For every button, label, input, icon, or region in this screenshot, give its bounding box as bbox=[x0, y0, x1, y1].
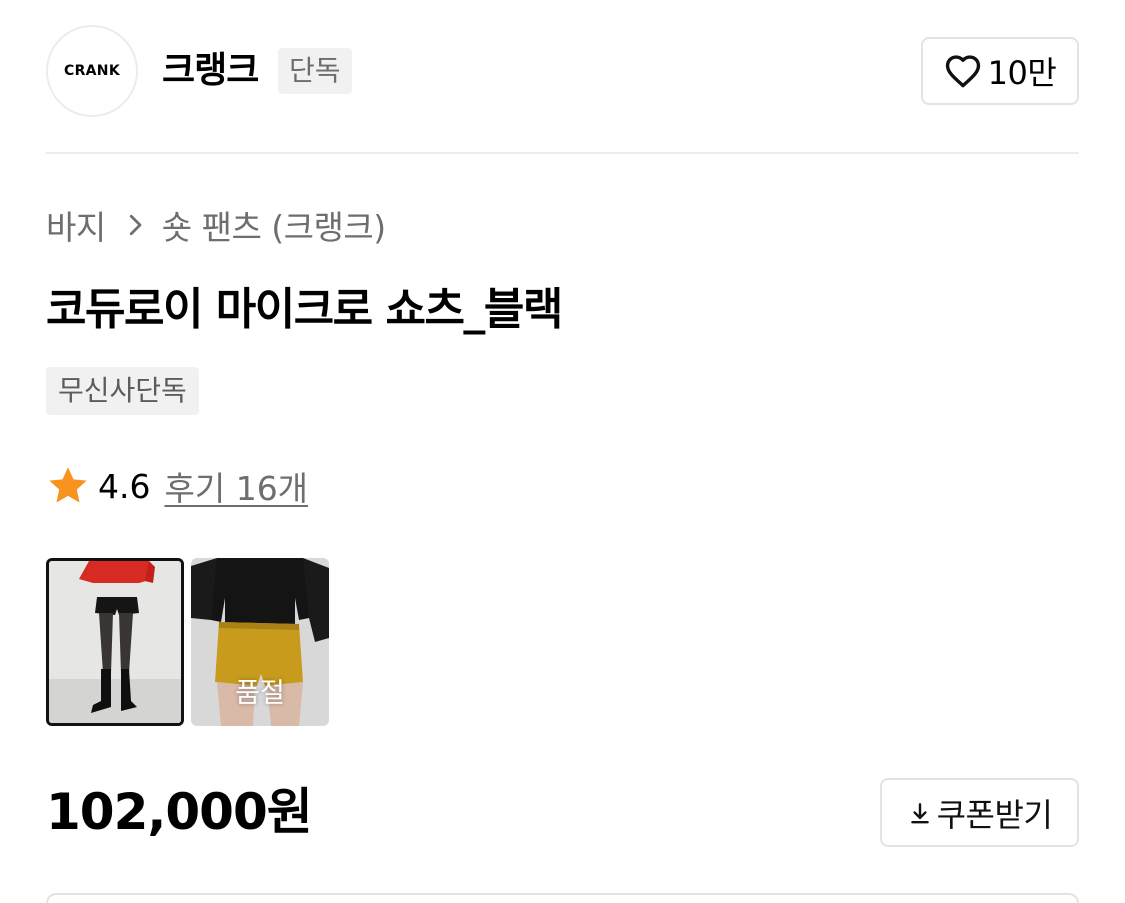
star-icon bbox=[49, 467, 87, 503]
brand-exclusive-badge: 단독 bbox=[278, 48, 352, 94]
rating-score: 4.6 bbox=[98, 466, 151, 506]
brand-name[interactable]: 크랭크 bbox=[162, 47, 259, 95]
breadcrumb-item-short-pants[interactable]: 숏 팬츠 (크랭크) bbox=[162, 201, 386, 249]
bottom-info-card bbox=[46, 893, 1079, 903]
brand-logo[interactable]: CRANK bbox=[46, 25, 138, 117]
thumbnail-black[interactable] bbox=[46, 558, 184, 726]
rating-row: 4.6 후기 16개 bbox=[46, 462, 308, 510]
sold-out-label: 품절 bbox=[235, 678, 285, 709]
product-price: 102,000원 bbox=[46, 783, 313, 841]
like-count: 10만 bbox=[987, 54, 1057, 92]
download-icon bbox=[910, 802, 929, 823]
heart-outline-icon bbox=[945, 55, 980, 88]
thumbnail-yellow[interactable]: 품절 bbox=[191, 558, 329, 726]
breadcrumb-item-pants[interactable]: 바지 bbox=[46, 201, 106, 249]
divider bbox=[46, 152, 1079, 154]
brand-logo-text: CRANK bbox=[64, 63, 120, 79]
exclusive-tag: 무신사단독 bbox=[46, 367, 199, 415]
breadcrumb: 바지 숏 팬츠 (크랭크) bbox=[46, 201, 386, 249]
reviews-link[interactable]: 후기 16개 bbox=[164, 462, 308, 510]
coupon-label: 쿠폰받기 bbox=[936, 795, 1053, 834]
brand-like-button[interactable]: 10만 bbox=[921, 37, 1079, 105]
brand-header: CRANK 크랭크 단독 10만 bbox=[46, 25, 1079, 117]
chevron-right-icon bbox=[129, 214, 142, 236]
get-coupon-button[interactable]: 쿠폰받기 bbox=[880, 778, 1079, 847]
product-title: 코듀로이 마이크로 쇼츠_블랙 bbox=[46, 284, 563, 335]
product-photo-black bbox=[49, 561, 181, 723]
